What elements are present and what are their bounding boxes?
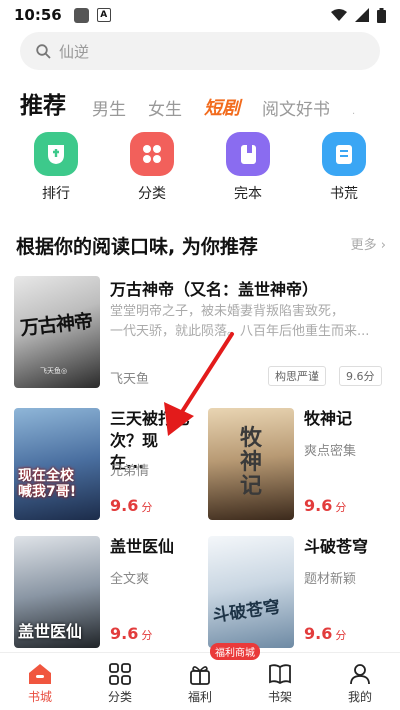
tab-male[interactable]: 男生 bbox=[92, 95, 126, 120]
book-cover-title: 现在全校 喊我7哥! bbox=[18, 468, 77, 500]
search-placeholder: 仙逆 bbox=[59, 42, 90, 61]
nav-category[interactable]: 分类 bbox=[80, 653, 160, 710]
book-score-unit: 分 bbox=[335, 501, 347, 514]
nav-profile[interactable]: 我的 bbox=[320, 653, 400, 710]
shortcut-category-label: 分类 bbox=[138, 186, 166, 202]
book-score: 9.6 分 bbox=[110, 624, 152, 643]
tab-short-drama[interactable]: 短剧 bbox=[204, 94, 240, 120]
featured-book-title: 万古神帝（又名：盖世神帝） bbox=[110, 280, 319, 299]
book-score-value: 9.6 bbox=[304, 624, 333, 643]
chevron-right-icon: › bbox=[380, 238, 386, 253]
nav-profile-label: 我的 bbox=[347, 690, 372, 704]
category-shortcuts: 排行 分类 完本 书荒 bbox=[0, 132, 400, 203]
book-meta: 爽点密集 bbox=[304, 444, 357, 459]
section-more-label: 更多 bbox=[350, 238, 377, 253]
status-bar: 10:56 A bbox=[0, 0, 400, 30]
book-score-value: 9.6 bbox=[304, 496, 333, 515]
gift-icon bbox=[190, 666, 210, 685]
tab-recommend[interactable]: 推荐 bbox=[20, 86, 66, 120]
featured-book-author: 飞天鱼 bbox=[110, 372, 150, 387]
book-score-unit: 分 bbox=[141, 629, 153, 642]
book-shortage-icon bbox=[322, 132, 366, 176]
status-time: 10:56 bbox=[14, 6, 62, 24]
nav-welfare-label: 福利 bbox=[187, 690, 212, 704]
shortcut-category[interactable]: 分类 bbox=[104, 132, 200, 203]
shortcut-finished[interactable]: 完本 bbox=[200, 132, 296, 203]
featured-desc-line-1: 堂堂明帝之子，被未婚妻背叛陷害致死， bbox=[110, 304, 345, 319]
bottom-navigation: 书城 分类 福利商城 福利 书架 我的 bbox=[0, 643, 400, 710]
book-cover-title: 斗破苍穹 bbox=[211, 597, 282, 627]
notification-icon bbox=[73, 7, 89, 23]
category-grid-icon bbox=[109, 663, 131, 685]
book-score: 9.6 分 bbox=[110, 496, 152, 515]
section-more-link[interactable]: 更多 › bbox=[351, 234, 386, 253]
search-bar[interactable]: 仙逆 bbox=[20, 32, 380, 70]
book-cover[interactable]: 现在全校 喊我7哥! bbox=[14, 408, 100, 520]
book-title-line-1: 斗破苍穹 bbox=[304, 537, 369, 556]
book-score: 9.6 分 bbox=[304, 496, 346, 515]
nav-bookshelf[interactable]: 书架 bbox=[240, 653, 320, 710]
nav-category-label: 分类 bbox=[107, 690, 132, 704]
book-title-line-1: 牧神记 bbox=[304, 409, 353, 428]
nav-bookstore-label: 书城 bbox=[27, 690, 52, 704]
book-card[interactable]: 盖世医仙 盖世医仙 全文爽 9.6 分 bbox=[14, 536, 194, 648]
book-score-value: 9.6 bbox=[110, 496, 139, 515]
book-score: 9.6 分 bbox=[304, 624, 346, 643]
book-title: 盖世医仙 bbox=[110, 536, 192, 558]
ranking-icon bbox=[34, 132, 78, 176]
shortcut-book-shortage-label: 书荒 bbox=[330, 186, 358, 202]
finished-book-icon bbox=[226, 132, 270, 176]
bookshelf-icon bbox=[269, 664, 291, 685]
book-meta: 题材新颖 bbox=[304, 572, 357, 587]
featured-tag-score: 9.6分 bbox=[339, 366, 382, 386]
book-title-line-1: 盖世医仙 bbox=[110, 537, 175, 556]
search-icon bbox=[36, 43, 51, 59]
shortcut-ranking[interactable]: 排行 bbox=[8, 132, 104, 203]
book-title: 牧神记 bbox=[304, 408, 386, 430]
book-cover-title: 盖世医仙 bbox=[18, 622, 83, 641]
shortcut-finished-label: 完本 bbox=[234, 186, 262, 202]
tab-female[interactable]: 女生 bbox=[148, 95, 182, 120]
book-cover[interactable]: 盖世医仙 bbox=[14, 536, 100, 648]
featured-book-cover[interactable]: 万古神帝 飞天鱼◎ bbox=[14, 276, 100, 388]
profile-icon bbox=[350, 664, 370, 685]
shortcut-book-shortage[interactable]: 书荒 bbox=[296, 132, 392, 203]
bookstore-icon bbox=[29, 664, 51, 684]
book-score-unit: 分 bbox=[141, 501, 153, 514]
book-title: 斗破苍穹 bbox=[304, 536, 386, 558]
book-score-value: 9.6 bbox=[110, 624, 139, 643]
wifi-icon bbox=[331, 9, 347, 21]
nav-bookstore[interactable]: 书城 bbox=[0, 653, 80, 710]
book-card[interactable]: 斗破苍穹 斗破苍穹 题材新颖 9.6 分 bbox=[208, 536, 388, 648]
book-meta: 全文爽 bbox=[110, 572, 150, 587]
nav-bookshelf-label: 书架 bbox=[267, 690, 292, 704]
featured-tag-feature: 构思严谨 bbox=[268, 366, 326, 386]
tab-yuewen[interactable]: 阅文好书 bbox=[262, 95, 330, 120]
featured-cover-title: 万古神帝 bbox=[19, 310, 94, 340]
featured-cover-author: 飞天鱼◎ bbox=[40, 367, 68, 375]
signal-icon bbox=[355, 8, 369, 22]
book-cover[interactable]: 斗破苍穹 bbox=[208, 536, 294, 648]
tab-overflow-dot: · bbox=[352, 109, 356, 120]
annotation-arrow-icon bbox=[164, 332, 234, 436]
book-meta: 兄弟情 bbox=[110, 464, 150, 479]
battery-icon bbox=[377, 7, 386, 23]
nav-welfare[interactable]: 福利商城 福利 bbox=[160, 643, 260, 710]
top-tabs: 推荐 男生 女生 短剧 阅文好书 · bbox=[20, 86, 355, 120]
book-score-unit: 分 bbox=[335, 629, 347, 642]
category-icon bbox=[130, 132, 174, 176]
section-title: 根据你的阅读口味, 为你推荐 bbox=[16, 236, 258, 258]
shortcut-ranking-label: 排行 bbox=[42, 186, 70, 202]
app-notification-icon: A bbox=[96, 8, 111, 22]
